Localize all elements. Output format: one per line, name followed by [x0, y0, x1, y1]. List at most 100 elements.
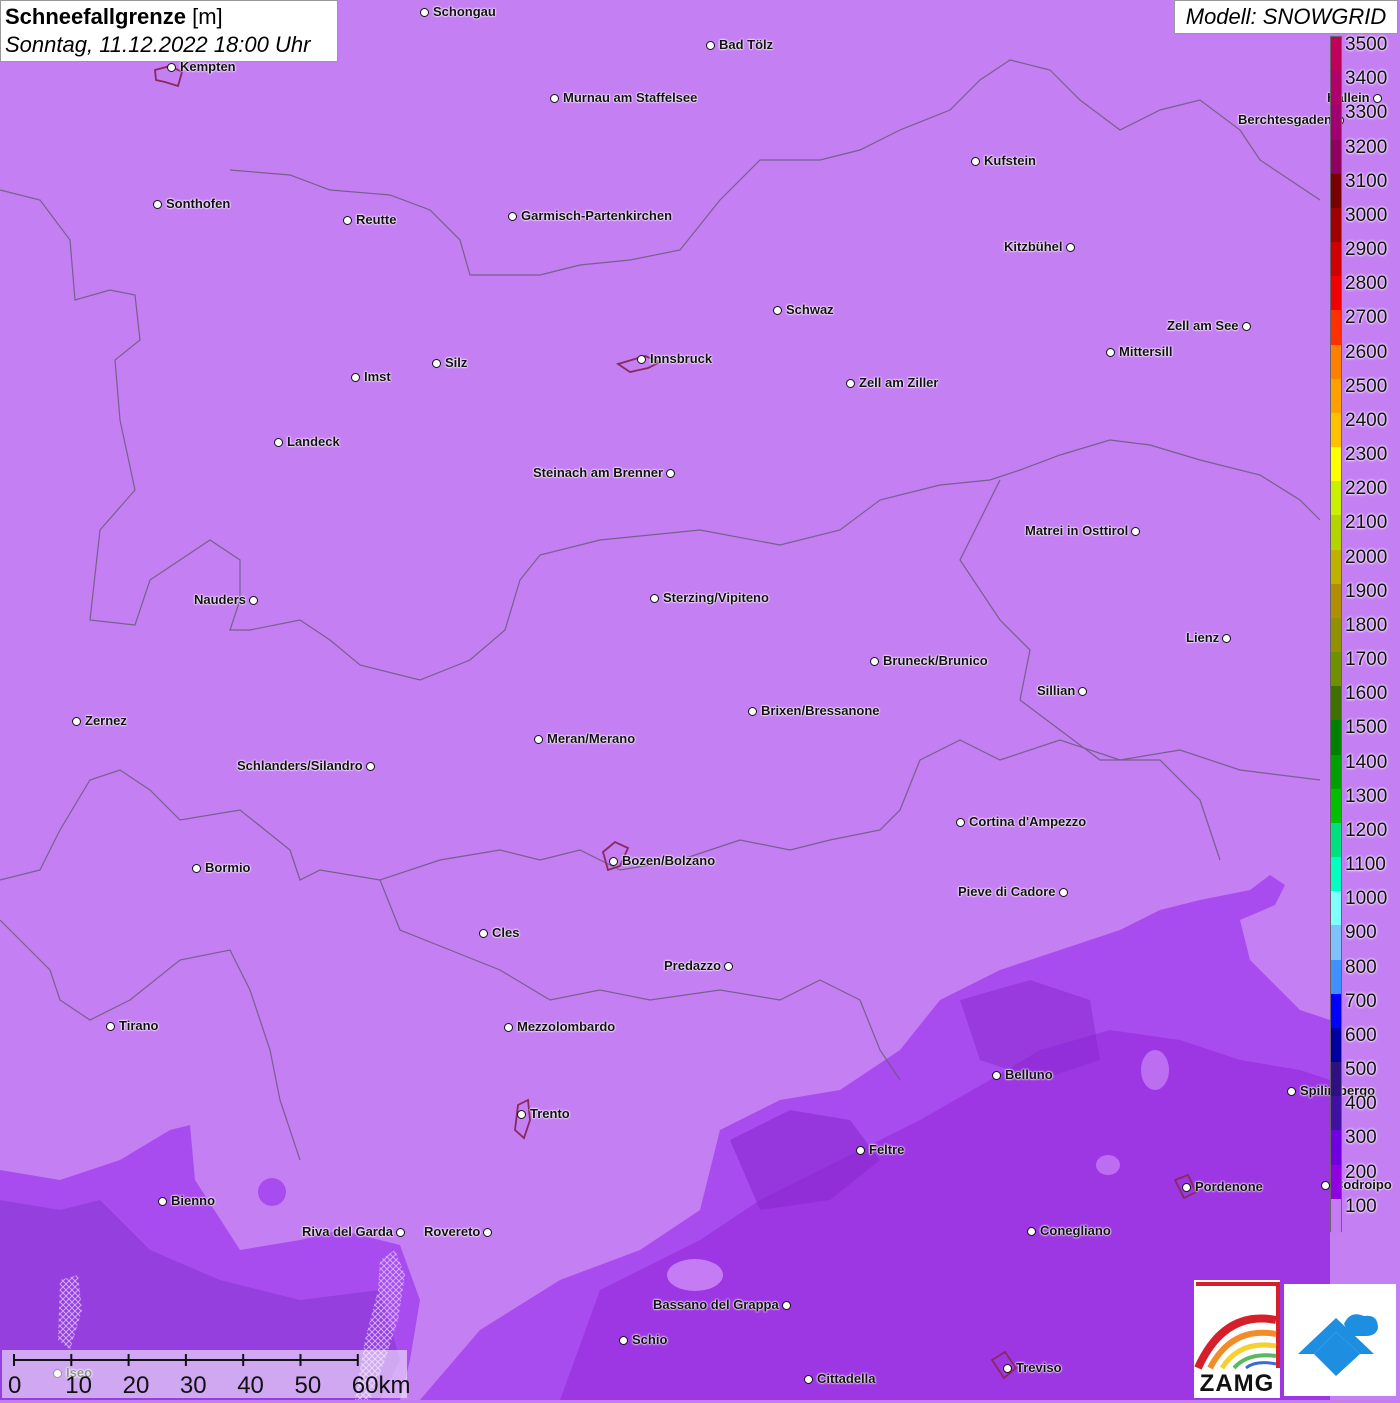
legend-label: 800	[1345, 956, 1377, 978]
city-label: Silz	[445, 355, 468, 370]
city-marker	[650, 594, 659, 603]
city-label: Schongau	[433, 4, 496, 19]
city-label: Murnau am Staffelsee	[563, 90, 698, 105]
legend-color-segment	[1331, 549, 1341, 585]
city-label: Garmisch-Partenkirchen	[521, 208, 673, 223]
city-label: Meran/Merano	[547, 731, 636, 746]
legend-label: 2500	[1345, 375, 1388, 397]
zamg-rainbow-icon	[1194, 1282, 1280, 1370]
legend-label: 1100	[1345, 854, 1386, 876]
legend-label: 2900	[1345, 239, 1388, 261]
legend-label: 1300	[1345, 785, 1388, 807]
city-marker	[1066, 243, 1075, 252]
legend-label: 100	[1345, 1195, 1377, 1217]
legend-color-segment	[1331, 242, 1341, 278]
legend-label: 200	[1345, 1161, 1377, 1183]
legend-label: 1000	[1345, 888, 1388, 910]
legend-label: 2700	[1345, 307, 1388, 329]
city-marker	[504, 1023, 513, 1032]
high-patch-2	[1141, 1050, 1169, 1090]
legend-label: 1500	[1345, 717, 1388, 739]
zamg-logo-text: ZAMG	[1199, 1370, 1275, 1397]
city-marker	[1078, 687, 1087, 696]
city-marker	[956, 818, 965, 827]
city-marker	[274, 438, 283, 447]
city-label: Predazzo	[664, 958, 722, 973]
city-marker	[72, 717, 81, 726]
legend-color-segment	[1331, 276, 1341, 312]
city-label: Treviso	[1016, 1360, 1062, 1375]
city-marker	[534, 735, 543, 744]
legend-color-segment	[1331, 583, 1341, 619]
legend-label: 500	[1345, 1059, 1377, 1081]
city-label: Berchtesgaden	[1238, 112, 1332, 127]
city-label: Kempten	[180, 59, 236, 74]
legend-label: 2000	[1345, 546, 1388, 568]
city-label: Bormio	[205, 860, 251, 875]
city-marker	[666, 469, 675, 478]
model-label: Modell: SNOWGRID	[1174, 0, 1398, 34]
city-label: Brixen/Bressanone	[761, 703, 880, 718]
legend-label: 2200	[1345, 478, 1388, 500]
city-marker	[343, 216, 352, 225]
legend-color-segment	[1331, 1198, 1341, 1234]
city-label: Bruneck/Brunico	[883, 653, 988, 668]
city-label: Kitzbühel	[1004, 239, 1063, 254]
legend-color-segment	[1331, 412, 1341, 448]
scale-label: 30	[179, 1372, 207, 1399]
city-marker	[1106, 348, 1115, 357]
city-label: Cittadella	[817, 1371, 876, 1386]
city-label: Reutte	[356, 212, 397, 227]
city-marker	[550, 94, 559, 103]
city-label: Zernez	[85, 713, 127, 728]
city-label: Riva del Garda	[302, 1224, 394, 1239]
legend-label: 2100	[1345, 512, 1388, 534]
legend-label: 600	[1345, 1024, 1377, 1046]
legend-label: 1200	[1345, 819, 1388, 841]
legend-color-segment	[1331, 857, 1341, 893]
legend-color-segment	[1331, 891, 1341, 927]
city-label: Trento	[530, 1106, 570, 1121]
legend-color-segment	[1331, 754, 1341, 790]
city-label: Matrei in Osttirol	[1025, 523, 1129, 538]
city-marker	[249, 596, 258, 605]
city-label: Feltre	[869, 1142, 905, 1157]
city-label: Rovereto	[424, 1224, 481, 1239]
city-marker	[1222, 634, 1231, 643]
city-label: Pieve di Cadore	[958, 884, 1056, 899]
scale-label: 10	[65, 1372, 92, 1399]
city-label: Cortina d'Ampezzo	[969, 814, 1087, 829]
city-marker	[479, 929, 488, 938]
city-label: Landeck	[287, 434, 340, 449]
city-marker	[971, 157, 980, 166]
legend-label: 300	[1345, 1127, 1377, 1149]
title-main: Schneefallgrenze	[5, 4, 186, 29]
city-label: Schwaz	[786, 302, 834, 317]
legend-color-segment	[1331, 378, 1341, 414]
legend-label: 3400	[1345, 68, 1388, 90]
legend-color-segment	[1331, 139, 1341, 175]
legend-color-segment	[1331, 105, 1341, 141]
city-label: Schlanders/Silandro	[237, 758, 363, 773]
scale-label: 20	[122, 1372, 150, 1399]
city-marker	[782, 1301, 791, 1310]
city-marker	[1131, 527, 1140, 536]
legend-color-segment	[1331, 447, 1341, 483]
city-label: Steinach am Brenner	[533, 465, 664, 480]
legend-color-segment	[1331, 1027, 1341, 1063]
city-marker	[706, 41, 715, 50]
city-label: Innsbruck	[650, 351, 713, 366]
legend-label: 2600	[1345, 341, 1388, 363]
legend-label: 3200	[1345, 136, 1388, 158]
city-marker	[1059, 888, 1068, 897]
city-label: Schio	[632, 1332, 668, 1347]
city-marker	[637, 355, 646, 364]
color-legend-bar	[1330, 36, 1342, 1234]
legend-label: 1400	[1345, 751, 1388, 773]
city-marker	[396, 1228, 405, 1237]
city-label: Zell am Ziller	[859, 375, 939, 390]
city-label: Sterzing/Vipiteno	[663, 590, 769, 605]
city-label: Kufstein	[984, 153, 1036, 168]
city-label: Mezzolombardo	[517, 1019, 616, 1034]
legend-label: 2400	[1345, 409, 1388, 431]
